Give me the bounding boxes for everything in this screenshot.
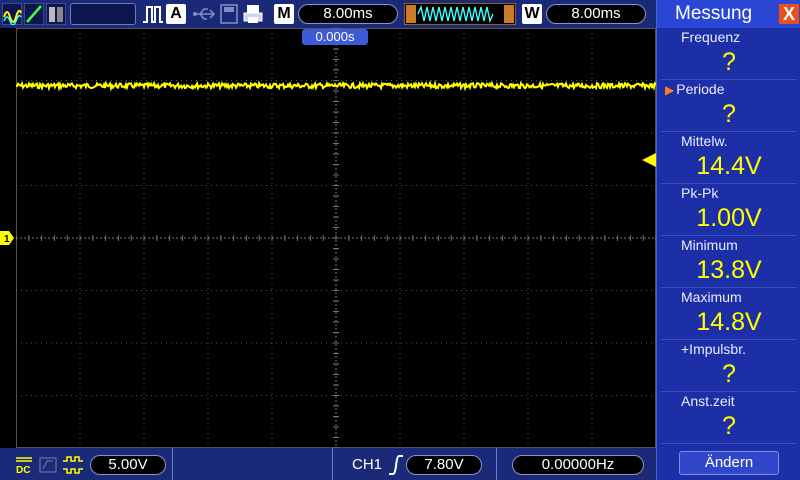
measurement-separator [661,79,797,80]
measurement-label-text: Anst.zeit [681,393,735,409]
change-button[interactable]: Ändern [679,451,779,475]
ch1-volts-per-div[interactable]: 5.00V [90,455,166,475]
measurement-value: ? [722,412,736,440]
measurement-panel: Messung X Frequenz? ▶ Periode? Mittelw. 14.4… [656,0,800,480]
bottom-status-bar: DC 5.00V CH1 7.80V 0.00000Hz [0,448,656,480]
usb-icon [193,8,216,20]
measurement-separator [661,183,797,184]
status-separator [172,448,173,480]
window-timebase-indicator[interactable]: W [522,4,542,24]
measurement-label-text: Maximum [681,289,742,305]
status-display-box [70,3,136,25]
measurement-value: 1.00V [696,204,762,232]
status-separator [332,448,333,480]
status-separator [496,448,497,480]
measurement-label-text: Minimum [681,237,738,253]
waveform-display[interactable] [16,28,656,448]
frequency-counter-value: 0.00000Hz [512,455,644,475]
persistence-icon[interactable] [46,3,66,25]
measurement-label[interactable]: Minimum [681,237,799,253]
measurement-value: ? [722,100,736,128]
panel-title: Messung [675,3,753,24]
horizontal-position-readout[interactable]: 0.000s [302,29,368,45]
measurement-value: 13.8V [696,256,762,284]
ch1-marker-label: 1 [4,234,10,245]
measurement-label-text: Periode [676,81,725,97]
measurement-label-text: Frequenz [681,29,741,45]
measurement-value: ? [722,360,736,388]
measurement-label-text: Pk-Pk [681,185,719,201]
measurement-value: 14.8V [696,308,762,336]
measurement-label[interactable]: ▶ Periode [665,81,783,98]
measurement-separator [661,391,797,392]
close-button[interactable]: X [779,4,799,24]
measurement-panel-header: Messung X [657,0,800,28]
memory-position-icon[interactable] [404,3,516,25]
top-toolbar: A M 8.00ms W 8.00ms [0,0,656,28]
waveform-display-icon[interactable] [2,3,22,25]
main-timebase-value[interactable]: 8.00ms [298,4,398,24]
dc-coupling-icon[interactable]: DC [14,455,34,475]
measurement-separator [661,131,797,132]
measurement-label[interactable]: Pk-Pk [681,185,799,201]
measurement-value: ? [722,48,736,76]
vector-mode-icon[interactable] [24,3,44,25]
pulse-trigger-icon[interactable] [142,3,164,25]
main-timebase-indicator[interactable]: M [274,4,294,24]
measurement-label[interactable]: +Impulsbr. [681,341,799,357]
window-timebase-value[interactable]: 8.00ms [546,4,646,24]
measurement-label[interactable]: Mittelw. [681,133,799,149]
trigger-level-marker[interactable] [642,153,656,167]
measurement-label[interactable]: Frequenz [681,29,799,45]
bandwidth-limit-icon[interactable] [38,455,58,475]
measurement-separator [661,339,797,340]
measurement-label-text: Mittelw. [681,133,728,149]
measurement-label[interactable]: Anst.zeit [681,393,799,409]
measurement-label-text: +Impulsbr. [681,341,746,357]
trigger-level-value[interactable]: 7.80V [406,455,482,475]
graticule [16,28,656,448]
svg-text:DC: DC [16,465,30,475]
trigger-source-label[interactable]: CH1 [352,456,382,474]
measurement-value: 14.4V [696,152,762,180]
measurement-separator [661,287,797,288]
rising-edge-icon[interactable] [388,454,404,476]
measurement-separator [661,235,797,236]
invert-waveform-icon[interactable] [62,455,84,475]
ch1-level-marker[interactable]: 1 [0,231,14,245]
measurement-separator [661,443,797,444]
save-icon[interactable] [218,3,240,25]
measurement-label[interactable]: Maximum [681,289,799,305]
selected-arrow-icon: ▶ [665,83,675,97]
auto-mode-indicator[interactable]: A [166,4,186,24]
printer-icon[interactable] [242,3,264,25]
